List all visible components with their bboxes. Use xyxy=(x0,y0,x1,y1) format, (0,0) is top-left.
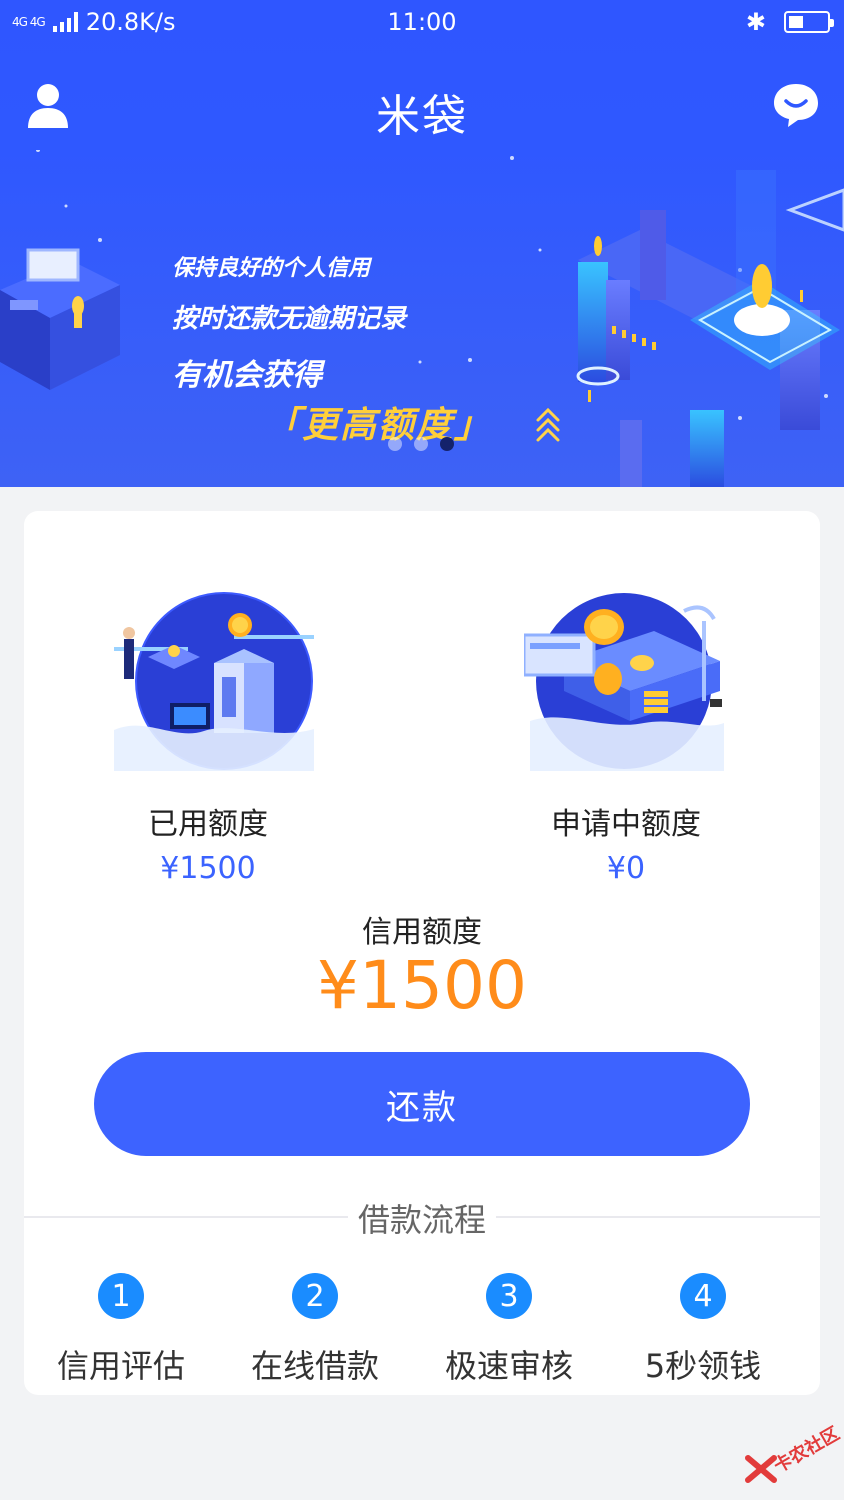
step-label: 信用评估 xyxy=(56,1347,185,1385)
repay-button[interactable]: 还款 xyxy=(94,1052,750,1156)
pending-credit-label: 申请中额度 xyxy=(551,807,701,842)
step-label: 极速审核 xyxy=(444,1347,573,1385)
pending-credit-value: ¥0 xyxy=(606,851,646,886)
banner-line-2: 按时还款无逾期记录 xyxy=(172,304,407,334)
pagination-dot[interactable] xyxy=(414,437,428,451)
banner-line-4: 「更高额度」 xyxy=(264,405,493,446)
pagination-dot[interactable] xyxy=(388,437,402,451)
bluetooth-icon: ✱ xyxy=(745,8,766,36)
process-step: 2 在线借款 xyxy=(218,1273,412,1387)
app-bar: 米袋 xyxy=(0,60,844,150)
banner-line-1: 保持良好的个人信用 xyxy=(172,256,371,281)
process-step: 4 5秒领钱 xyxy=(606,1273,800,1387)
watermark-text: 卡农社区 xyxy=(770,1423,844,1478)
banner-pagination xyxy=(388,437,454,451)
step-number-badge: 3 xyxy=(486,1273,532,1319)
used-credit-value: ¥1500 xyxy=(160,851,256,886)
process-step: 1 信用评估 xyxy=(24,1273,218,1387)
credit-limit-label: 信用额度 xyxy=(362,915,482,950)
used-credit-illustration xyxy=(114,592,314,771)
loan-process-steps: 1 信用评估 2 在线借款 3 极速审核 4 5秒领钱 xyxy=(24,1273,820,1387)
step-label: 在线借款 xyxy=(250,1347,379,1385)
step-number-badge: 4 xyxy=(680,1273,726,1319)
credit-card-panel: 已用额度 ¥1500 申请中额度 ¥0 信用额度 ¥1500 还款 借款流程 1… xyxy=(24,511,820,1395)
message-icon[interactable] xyxy=(772,82,820,128)
status-time: 11:00 xyxy=(387,8,457,36)
process-step: 3 极速审核 xyxy=(412,1273,606,1387)
app-title: 米袋 xyxy=(376,91,468,142)
battery-icon xyxy=(784,11,834,33)
credit-limit-value: ¥1500 xyxy=(317,947,527,1024)
status-bar: 4G 4G 20.8K/s 11:00 ✱ xyxy=(0,0,844,48)
step-label: 5秒领钱 xyxy=(644,1347,762,1385)
used-credit-label: 已用额度 xyxy=(148,807,268,842)
watermark-logo: 卡农社区 xyxy=(744,1410,843,1490)
banner-line-3: 有机会获得 xyxy=(172,358,322,393)
loan-process-title: 借款流程 xyxy=(347,1201,496,1239)
pending-credit-illustration xyxy=(524,593,724,771)
step-number-badge: 2 xyxy=(292,1273,338,1319)
header-area: 4G 4G 20.8K/s 11:00 ✱ 米袋 保持良好的个人信用 按时还款无… xyxy=(0,0,844,487)
pagination-dot-active[interactable] xyxy=(440,437,454,451)
step-number-badge: 1 xyxy=(98,1273,144,1319)
